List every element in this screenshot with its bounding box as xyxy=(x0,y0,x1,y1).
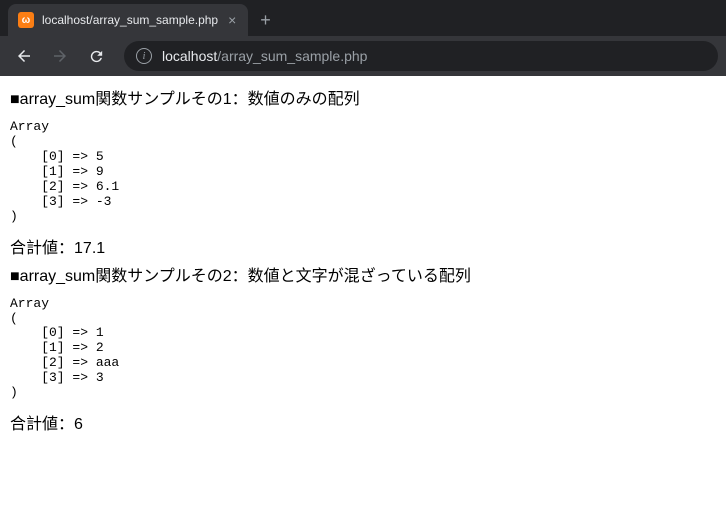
reload-icon xyxy=(88,48,105,65)
sum-value: 17.1 xyxy=(74,240,105,257)
section1-array-dump: Array ( [0] => 5 [1] => 9 [2] => 6.1 [3]… xyxy=(10,120,716,225)
url-path: /array_sum_sample.php xyxy=(217,48,367,64)
site-info-icon[interactable]: i xyxy=(136,48,152,64)
url-text: localhost/array_sum_sample.php xyxy=(162,48,367,64)
section1-heading: array_sum関数サンプルその1：数値のみの配列 xyxy=(10,88,716,112)
new-tab-button[interactable]: + xyxy=(248,4,283,36)
browser-tab[interactable]: ω localhost/array_sum_sample.php × xyxy=(8,4,248,36)
xampp-favicon-icon: ω xyxy=(18,12,34,28)
sum-label: 合計値： xyxy=(10,416,74,433)
sum-label: 合計値： xyxy=(10,240,74,257)
forward-button[interactable] xyxy=(44,40,76,72)
back-button[interactable] xyxy=(8,40,40,72)
close-tab-icon[interactable]: × xyxy=(226,12,238,28)
section1-sum: 合計値：17.1 xyxy=(10,237,716,261)
arrow-right-icon xyxy=(51,47,69,65)
section2-array-dump: Array ( [0] => 1 [1] => 2 [2] => aaa [3]… xyxy=(10,297,716,402)
arrow-left-icon xyxy=(15,47,33,65)
toolbar: i localhost/array_sum_sample.php xyxy=(0,36,726,76)
tab-bar: ω localhost/array_sum_sample.php × + xyxy=(0,0,726,36)
tab-title: localhost/array_sum_sample.php xyxy=(42,13,218,27)
page-content: array_sum関数サンプルその1：数値のみの配列 Array ( [0] =… xyxy=(0,76,726,453)
address-bar[interactable]: i localhost/array_sum_sample.php xyxy=(124,41,718,71)
url-host: localhost xyxy=(162,48,217,64)
sum-value: 6 xyxy=(74,416,83,433)
section2-sum: 合計値：6 xyxy=(10,413,716,437)
reload-button[interactable] xyxy=(80,40,112,72)
section2-heading: array_sum関数サンプルその2：数値と文字が混ざっている配列 xyxy=(10,265,716,289)
